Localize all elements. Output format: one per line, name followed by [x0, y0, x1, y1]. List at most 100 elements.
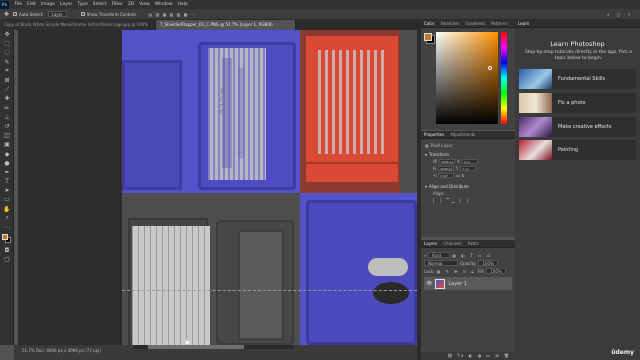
tab-document-2[interactable]: T_ShieldedFlapper_D1_C.PNG @ 51.7% (Laye… — [156, 20, 296, 30]
menu-3d[interactable]: 3D — [125, 2, 136, 7]
menu-type[interactable]: Type — [75, 2, 90, 7]
quick-select-tool-icon[interactable]: ✎ — [0, 58, 14, 67]
zoom-tool-icon[interactable]: ⌕ — [0, 214, 14, 223]
menu-image[interactable]: Image — [38, 2, 57, 7]
tab-properties[interactable]: Properties — [421, 132, 447, 137]
properties-panel-tabs: Properties Adjustments — [421, 131, 515, 139]
foreground-color-swatch[interactable] — [424, 33, 432, 41]
card-painting[interactable]: Painting — [519, 140, 636, 160]
photoshop-logo-icon[interactable]: Ps — [0, 0, 9, 9]
document-canvas[interactable]: MOLO ➤ — [18, 30, 417, 345]
crop-tool-icon[interactable]: ⌗ — [0, 67, 14, 76]
card-thumbnail — [519, 140, 552, 160]
horizontal-scrollbar[interactable] — [134, 345, 294, 349]
tab-channels[interactable]: Channels — [440, 241, 465, 246]
move-tool-icon[interactable]: ✥ — [0, 30, 14, 39]
blend-mode-dropdown[interactable]: Normal — [424, 260, 458, 266]
align-buttons[interactable]: ▏▕ ▔▁ ▏▕ — [425, 198, 511, 203]
layer-name[interactable]: Layer 1 — [448, 281, 467, 287]
marquee-tool-icon[interactable]: ⬚ — [0, 39, 14, 48]
color-swatches-icon[interactable] — [0, 232, 14, 246]
eyedropper-tool-icon[interactable]: ⟋ — [0, 85, 14, 94]
auto-select-dropdown[interactable]: Layer — [47, 11, 67, 17]
align-icons[interactable]: ▤ ▥ ▦ ▧ ▨ ▩ ⋯ — [148, 12, 195, 17]
chevron-down-icon[interactable]: ▾ — [425, 184, 427, 189]
color-picker-field[interactable] — [436, 32, 498, 124]
transform-title: Transform — [429, 152, 449, 157]
menu-window[interactable]: Window — [152, 2, 175, 7]
tab-document-1[interactable]: Copy of Black White Simple Monochrome In… — [0, 20, 150, 30]
flip-icons[interactable]: ⇋ ⇅ — [456, 173, 464, 178]
quick-mask-icon[interactable]: ◘ — [0, 246, 14, 255]
kind-filter-dropdown[interactable]: Kind — [428, 252, 451, 258]
width-field[interactable]: 4096 px — [438, 159, 455, 164]
status-bar: 51.7% Doc: 4096 px x 4096 px (72 ppi) — [14, 345, 417, 360]
menu-select[interactable]: Select — [90, 2, 109, 7]
frame-tool-icon[interactable]: ⊠ — [0, 76, 14, 85]
angle-field[interactable]: 0.00° — [438, 173, 455, 178]
texture-red-panel — [306, 36, 398, 162]
gradient-tool-icon[interactable]: ▣ — [0, 140, 14, 149]
hue-slider[interactable] — [501, 32, 507, 124]
layers-footer-icons[interactable]: ⛓ fx ◐ ◑ ▭ ⊞ 🗑︎ — [421, 352, 515, 360]
healing-tool-icon[interactable]: ✚ — [0, 94, 14, 103]
cursor-icon: ➤ — [184, 338, 191, 345]
opacity-field[interactable]: 100% — [478, 260, 498, 266]
fill-field[interactable]: 100% — [486, 268, 506, 274]
layer-thumbnail — [435, 278, 446, 289]
blur-tool-icon[interactable]: ◆ — [0, 149, 14, 158]
layer-row[interactable]: 👁︎ Layer 1 — [424, 277, 512, 290]
shape-tool-icon[interactable]: ▭ — [0, 195, 14, 204]
tab-layers[interactable]: Layers — [421, 241, 440, 246]
menu-filter[interactable]: Filter — [109, 2, 125, 7]
tab-gradients[interactable]: Gradients — [463, 21, 489, 26]
hand-tool-icon[interactable]: ✋ — [0, 205, 14, 214]
auto-select-checkbox[interactable] — [13, 12, 18, 16]
tab-color[interactable]: Color — [421, 21, 437, 26]
show-transform-label: Show Transform Controls — [86, 11, 137, 17]
lasso-tool-icon[interactable]: ◌ — [0, 48, 14, 57]
menu-view[interactable]: View — [137, 2, 153, 7]
stamp-tool-icon[interactable]: ⊥ — [0, 113, 14, 122]
show-transform-checkbox[interactable] — [80, 12, 85, 16]
tab-patterns[interactable]: Patterns — [488, 21, 510, 26]
auto-select-label: Auto-Select: — [19, 11, 44, 17]
history-brush-tool-icon[interactable]: ↺ — [0, 122, 14, 131]
auto-select-option[interactable]: Auto-Select: — [13, 12, 44, 17]
dodge-tool-icon[interactable]: ● — [0, 159, 14, 168]
card-label: Make creative effects — [558, 124, 612, 130]
menu-file[interactable]: File — [12, 2, 25, 7]
filter-icons[interactable]: ▦ ◐ T ▭ ⊡ — [452, 253, 492, 258]
pen-tool-icon[interactable]: ✒ — [0, 168, 14, 177]
path-select-tool-icon[interactable]: ➤ — [0, 186, 14, 195]
card-fundamental-skills[interactable]: Fundamental Skills — [519, 69, 636, 89]
layer-type-label: Pixel Layer — [430, 143, 453, 148]
type-tool-icon[interactable]: T — [0, 177, 14, 186]
move-tool-icon[interactable]: ✥ — [4, 11, 9, 18]
menu-edit[interactable]: Edit — [25, 2, 39, 7]
screen-mode-icon[interactable]: ▢ — [0, 255, 14, 264]
brush-tool-icon[interactable]: ✏ — [0, 104, 14, 113]
lock-icons[interactable]: ▦ ✎ ✥ ⊡ 🔒︎ — [436, 269, 475, 274]
eraser-tool-icon[interactable]: ◫ — [0, 131, 14, 140]
card-make-creative-effects[interactable]: Make creative effects — [519, 117, 636, 137]
texture-blue-recess — [122, 60, 182, 190]
eye-icon[interactable]: 👁︎ — [426, 281, 432, 287]
guide-line — [122, 290, 417, 291]
y-field[interactable]: 0 px — [460, 166, 477, 171]
texture-gray-inset — [238, 230, 284, 340]
x-field[interactable]: 0 px — [461, 159, 478, 164]
more-tools-icon[interactable]: ⋯ — [0, 223, 14, 232]
tab-learn[interactable]: Learn — [515, 21, 532, 26]
right-options-icons[interactable]: ⌕ ▢ ⇪ — [607, 12, 634, 17]
height-field[interactable]: 4096 px — [438, 166, 455, 171]
chevron-down-icon[interactable]: ▾ — [425, 152, 427, 157]
texture-red-strip — [306, 162, 398, 182]
menu-layer[interactable]: Layer — [57, 2, 75, 7]
card-fix-a-photo[interactable]: Fix a photo — [519, 93, 636, 113]
tab-swatches[interactable]: Swatches — [437, 21, 462, 26]
tab-paths[interactable]: Paths — [465, 241, 482, 246]
layers-panel-tabs: Layers Channels Paths — [421, 240, 515, 248]
menu-help[interactable]: Help — [175, 2, 190, 7]
tab-adjustments[interactable]: Adjustments — [447, 132, 478, 137]
